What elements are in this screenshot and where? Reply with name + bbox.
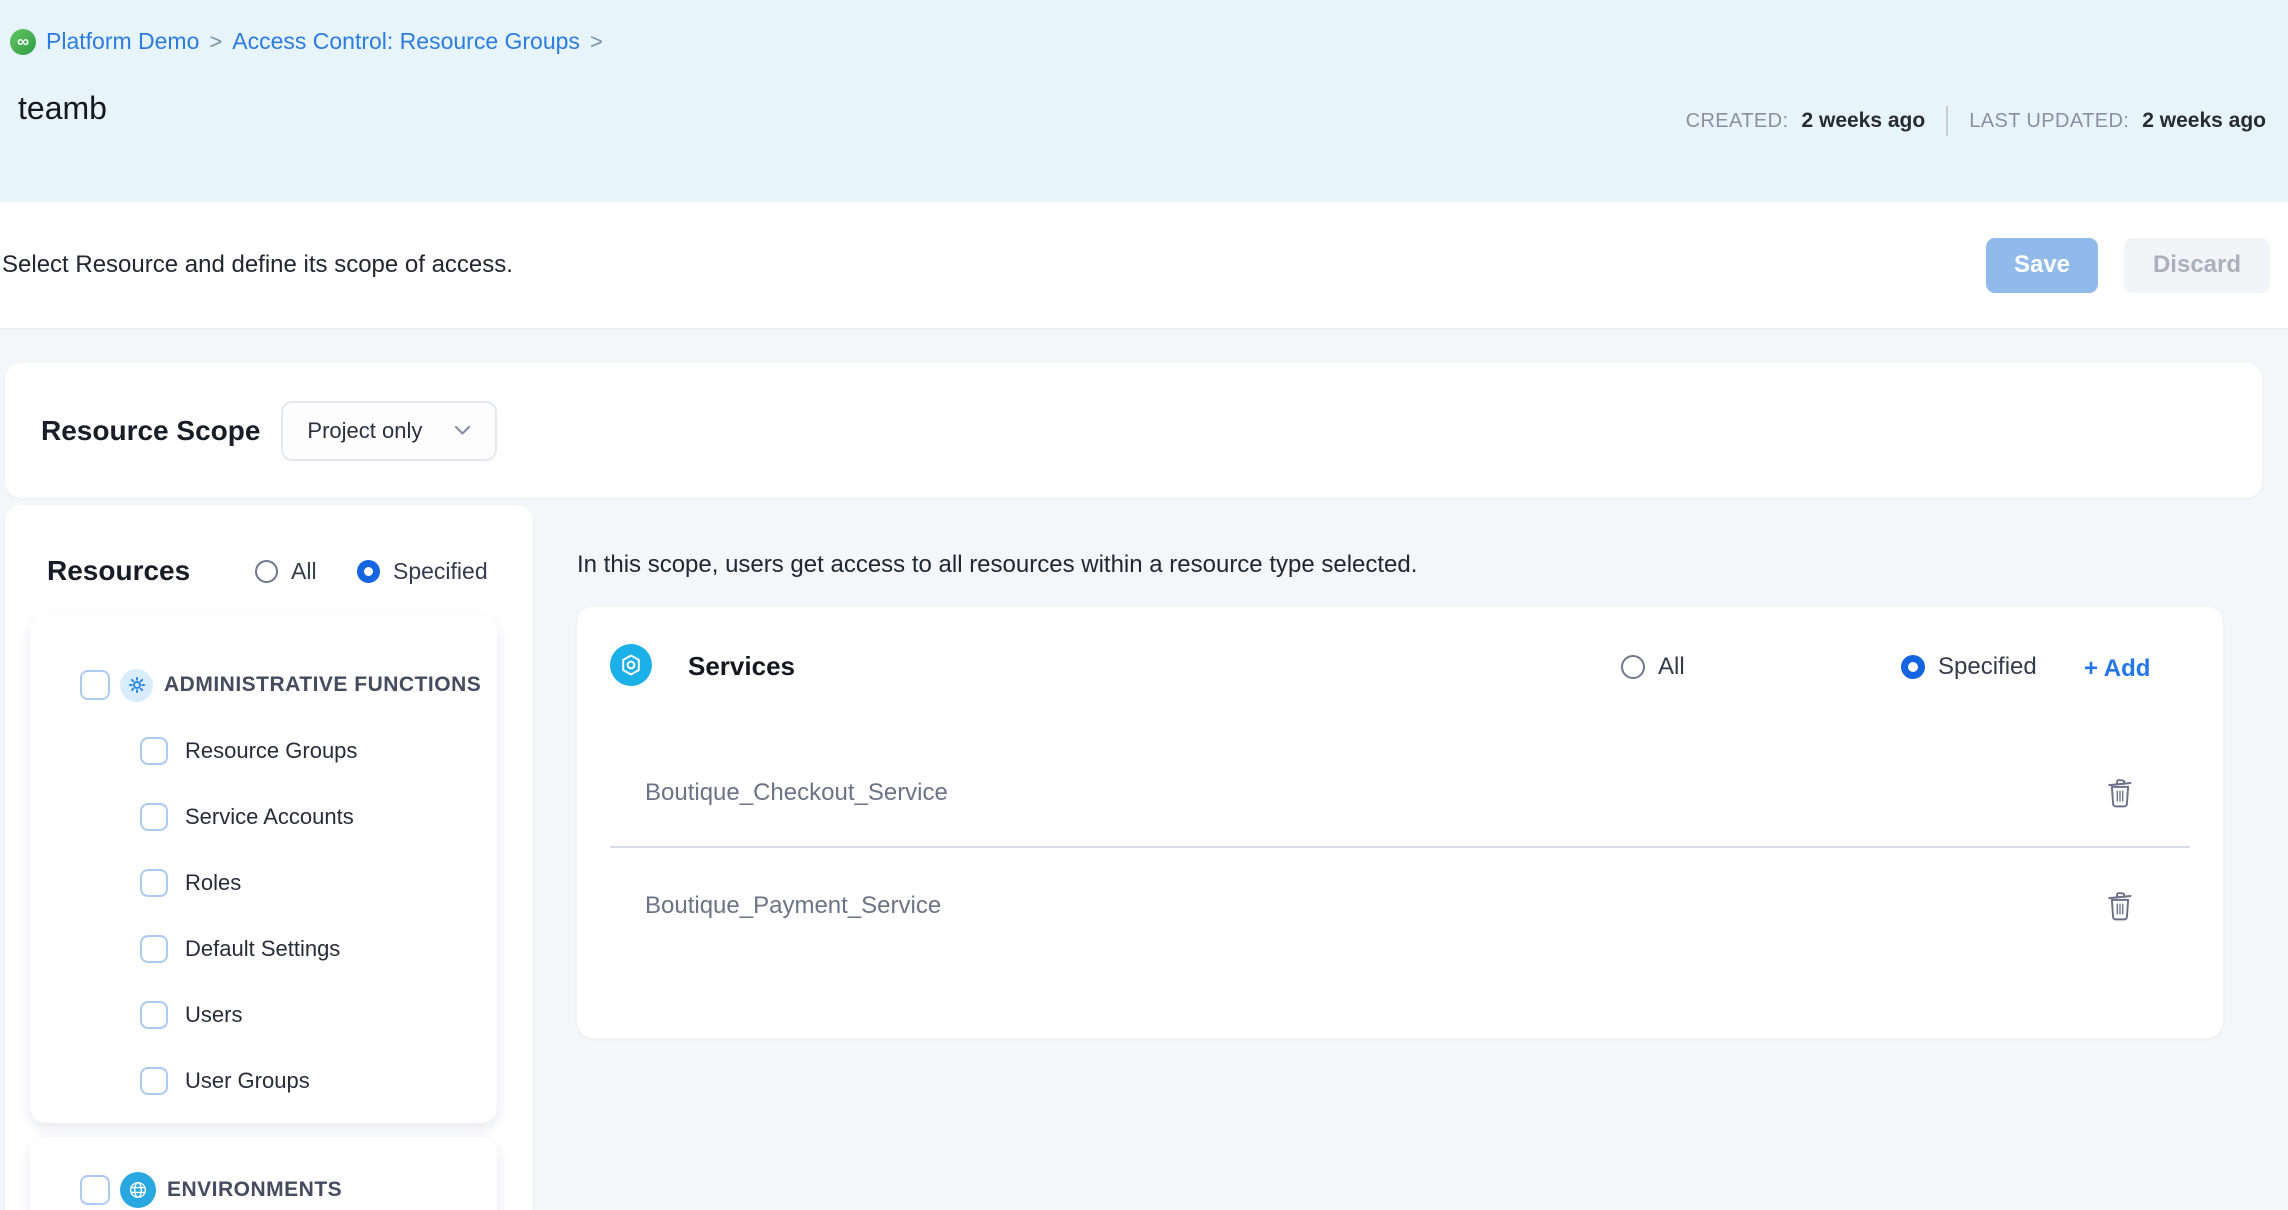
checkbox-user-groups[interactable]: [140, 1067, 168, 1095]
scope-note: In this scope, users get access to all r…: [577, 551, 1417, 579]
services-card: Services All Specified + Add Boutique_Ch…: [577, 607, 2223, 1038]
resources-title: Resources: [47, 555, 190, 587]
last-updated-label: LAST UPDATED:: [1969, 110, 2129, 133]
group-label: ENVIRONMENTS: [167, 1178, 342, 1202]
resource-scope-card: Resource Scope Project only: [5, 363, 2262, 498]
chevron-right-icon: >: [590, 29, 603, 55]
record-meta: CREATED: 2 weeks ago LAST UPDATED: 2 wee…: [1686, 106, 2266, 136]
checkbox-environments[interactable]: [80, 1175, 110, 1205]
checkbox-users[interactable]: [140, 1001, 168, 1029]
resource-item-row: User Groups: [30, 1048, 497, 1114]
services-list: Boutique_Checkout_Service Boutique_Payme…: [577, 740, 2223, 964]
resource-scope-selected-value: Project only: [307, 418, 422, 444]
services-hexagon-icon: [610, 644, 652, 686]
last-updated-value: 2 weeks ago: [2142, 109, 2266, 133]
service-name: Boutique_Payment_Service: [645, 892, 941, 920]
resource-item-row: Service Accounts: [30, 784, 497, 850]
gear-icon: [120, 669, 153, 702]
save-button[interactable]: Save: [1986, 238, 2098, 293]
checkbox-service-accounts[interactable]: [140, 803, 168, 831]
radio-unchecked-icon[interactable]: [255, 560, 278, 583]
resources-radio-specified[interactable]: Specified: [357, 558, 488, 585]
breadcrumb-link-platform-demo[interactable]: Platform Demo: [46, 28, 199, 55]
services-title: Services: [688, 651, 795, 682]
chevron-down-icon: [454, 425, 471, 436]
resource-group-row: ENVIRONMENTS: [30, 1157, 497, 1210]
action-buttons: Save Discard: [1986, 238, 2270, 293]
resource-item-row: Default Settings: [30, 916, 497, 982]
meta-divider: [1946, 106, 1948, 136]
chevron-right-icon: >: [209, 29, 222, 55]
resources-panel: Resources All Specified ADMINISTRATIV: [5, 505, 533, 1210]
breadcrumb-link-resource-groups[interactable]: Access Control: Resource Groups: [232, 28, 580, 55]
radio-checked-icon[interactable]: [1901, 655, 1925, 679]
environments-card: ENVIRONMENTS: [30, 1137, 497, 1210]
radio-unchecked-icon[interactable]: [1621, 655, 1645, 679]
created-label: CREATED:: [1686, 110, 1789, 133]
action-bar: Select Resource and define its scope of …: [0, 202, 2288, 330]
add-service-button[interactable]: + Add: [2084, 655, 2150, 683]
resource-scope-label: Resource Scope: [41, 415, 260, 447]
page-title: teamb: [18, 90, 107, 127]
radio-checked-icon[interactable]: [357, 560, 380, 583]
globe-icon: [120, 1172, 156, 1208]
services-radio-all[interactable]: All: [1621, 653, 1685, 681]
checkbox-administrative-functions[interactable]: [80, 670, 110, 700]
resources-radio-all[interactable]: All: [255, 558, 317, 585]
delete-service-button[interactable]: [2105, 890, 2135, 922]
breadcrumb: ∞ Platform Demo > Access Control: Resour…: [10, 28, 603, 55]
resources-header: Resources All Specified: [5, 505, 533, 615]
administrative-functions-card: ADMINISTRATIVE FUNCTIONS Resource Groups…: [30, 615, 497, 1123]
created-value: 2 weeks ago: [1801, 109, 1925, 133]
services-header: Services All Specified + Add: [577, 607, 2223, 729]
trash-icon: [2105, 890, 2135, 922]
resource-scope-dropdown[interactable]: Project only: [281, 401, 497, 461]
services-radio-specified[interactable]: Specified: [1901, 653, 2037, 681]
trash-icon: [2105, 777, 2135, 809]
resource-group-row: ADMINISTRATIVE FUNCTIONS: [30, 652, 497, 718]
service-row: Boutique_Checkout_Service: [577, 740, 2223, 846]
resource-item-row: Users: [30, 982, 497, 1048]
access-control-page: ∞ Platform Demo > Access Control: Resour…: [0, 0, 2288, 1210]
platform-logo-icon: ∞: [10, 29, 36, 55]
discard-button[interactable]: Discard: [2124, 238, 2270, 293]
service-row: Boutique_Payment_Service: [577, 848, 2223, 964]
checkbox-resource-groups[interactable]: [140, 737, 168, 765]
service-name: Boutique_Checkout_Service: [645, 779, 948, 807]
action-description: Select Resource and define its scope of …: [2, 251, 513, 279]
checkbox-default-settings[interactable]: [140, 935, 168, 963]
delete-service-button[interactable]: [2105, 777, 2135, 809]
page-header: ∞ Platform Demo > Access Control: Resour…: [0, 0, 2288, 202]
checkbox-roles[interactable]: [140, 869, 168, 897]
resource-item-row: Resource Groups: [30, 718, 497, 784]
resource-item-row: Roles: [30, 850, 497, 916]
infinity-icon: ∞: [17, 33, 29, 50]
group-label: ADMINISTRATIVE FUNCTIONS: [164, 673, 481, 697]
